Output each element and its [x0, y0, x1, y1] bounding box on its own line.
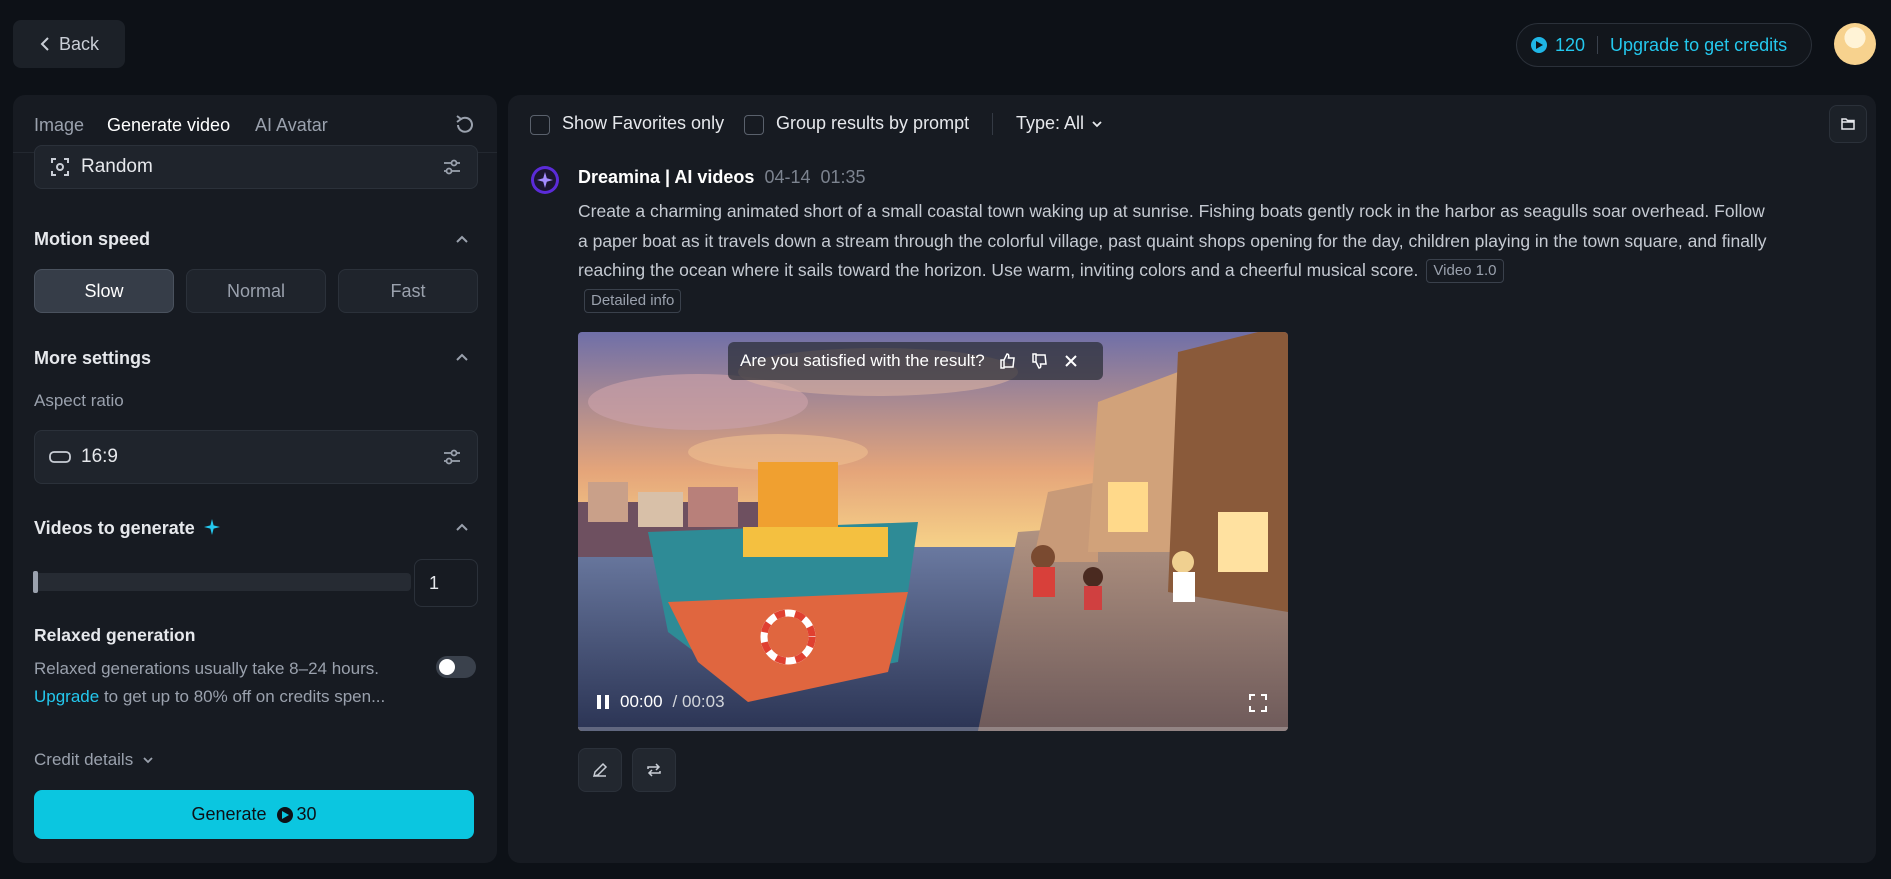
tab-generate-video[interactable]: Generate video: [107, 115, 230, 136]
video-total-time: / 00:03: [672, 692, 725, 711]
upgrade-credits-link[interactable]: Upgrade to get credits: [1610, 35, 1787, 56]
relaxed-generation-toggle[interactable]: [436, 656, 476, 678]
result-meta: Dreamina | AI videos 04-14 01:35: [578, 167, 866, 188]
result-prompt: Create a charming animated short of a sm…: [578, 197, 1778, 315]
chevron-down-icon: [143, 757, 153, 764]
videos-count-input[interactable]: 1: [414, 559, 478, 607]
speed-normal-button[interactable]: Normal: [186, 269, 326, 313]
camera-focus-icon: [51, 158, 69, 176]
relaxed-line-2: to get up to 80% off on credits spen...: [99, 687, 386, 706]
feedback-bar: Are you satisfied with the result?: [728, 342, 1103, 380]
thumbs-down-icon[interactable]: [1031, 352, 1049, 370]
favorites-label[interactable]: Show Favorites only: [562, 113, 724, 134]
relaxed-line-1: Relaxed generations usually take 8–24 ho…: [34, 659, 379, 678]
type-filter-label: Type: All: [1016, 113, 1085, 133]
videos-to-generate-label: Videos to generate: [34, 518, 195, 538]
credits-pill[interactable]: 120 Upgrade to get credits: [1516, 23, 1812, 67]
group-by-prompt-checkbox[interactable]: [744, 115, 764, 135]
credits-count: 120: [1555, 34, 1586, 55]
videos-count-slider[interactable]: [33, 573, 411, 591]
chevron-up-icon[interactable]: [453, 231, 471, 249]
pencil-icon: [592, 762, 608, 778]
folder-button[interactable]: [1829, 105, 1867, 143]
video-player[interactable]: Are you satisfied with the result? 00:00…: [578, 332, 1288, 731]
camera-control-value: Random: [81, 156, 153, 177]
upgrade-link[interactable]: Upgrade: [34, 687, 99, 706]
tab-image[interactable]: Image: [34, 115, 84, 136]
generate-button[interactable]: Generate 30: [34, 790, 474, 839]
more-settings-title: More settings: [34, 348, 152, 368]
chevron-down-icon: [1092, 120, 1102, 127]
adjust-icon[interactable]: [441, 156, 463, 178]
filter-divider: [992, 113, 993, 135]
video-controls: 00:00 / 00:03: [596, 692, 725, 712]
relaxed-generation-description: Relaxed generations usually take 8–24 ho…: [34, 655, 434, 711]
relaxed-generation-title: Relaxed generation: [34, 625, 196, 645]
result-author: Dreamina | AI videos: [578, 167, 755, 187]
speed-fast-button[interactable]: Fast: [338, 269, 478, 313]
user-avatar[interactable]: [1834, 23, 1876, 65]
speed-slow-button[interactable]: Slow: [34, 269, 174, 313]
fullscreen-icon[interactable]: [1248, 693, 1268, 713]
result-time: 01:35: [820, 167, 866, 187]
generate-label: Generate: [191, 804, 267, 824]
motion-speed-title: Motion speed: [34, 229, 150, 249]
chevron-left-icon: [40, 37, 49, 51]
camera-control-select[interactable]: Random: [34, 145, 478, 189]
prompt-text: Create a charming animated short of a sm…: [578, 201, 1767, 280]
video-progress-bar[interactable]: [578, 727, 1288, 731]
credit-details-label: Credit details: [34, 750, 134, 769]
thumbs-up-icon[interactable]: [999, 352, 1017, 370]
back-label: Back: [58, 33, 100, 54]
aspect-ratio-icon: [49, 451, 71, 463]
type-filter-dropdown[interactable]: Type: All: [1016, 113, 1104, 134]
generate-cost: 30: [276, 804, 317, 825]
aspect-ratio-select[interactable]: 16:9: [34, 430, 478, 484]
regenerate-button[interactable]: [632, 748, 676, 792]
result-date: 04-14: [764, 167, 811, 187]
top-bar: Back 120 Upgrade to get credits: [0, 0, 1891, 88]
dreamina-logo-icon: [531, 166, 559, 194]
slider-handle[interactable]: [33, 571, 38, 593]
chevron-up-icon[interactable]: [453, 349, 471, 367]
chevron-up-icon[interactable]: [453, 519, 471, 537]
sparkle-icon: [203, 519, 220, 535]
credit-details-toggle[interactable]: Credit details: [34, 750, 155, 770]
tab-ai-avatar[interactable]: AI Avatar: [255, 115, 328, 136]
video-current-time: 00:00: [620, 692, 663, 711]
reset-icon[interactable]: [453, 113, 477, 137]
aspect-ratio-value: 16:9: [81, 446, 118, 467]
aspect-ratio-label: Aspect ratio: [34, 391, 124, 410]
detailed-info-tag[interactable]: Detailed info: [584, 288, 682, 313]
group-by-prompt-label[interactable]: Group results by prompt: [776, 113, 969, 134]
feedback-question: Are you satisfied with the result?: [740, 351, 985, 370]
credit-coin-icon: [276, 806, 293, 823]
adjust-icon[interactable]: [441, 446, 463, 468]
back-button[interactable]: Back: [13, 20, 125, 68]
videos-to-generate-title: Videos to generate: [34, 518, 220, 539]
close-icon[interactable]: [1063, 353, 1079, 369]
folder-icon: [1841, 118, 1855, 130]
favorites-checkbox[interactable]: [530, 115, 550, 135]
repeat-icon: [647, 763, 661, 777]
credit-coin-icon: [1531, 37, 1547, 53]
settings-panel: Image Generate video AI Avatar Random Mo…: [13, 95, 497, 863]
edit-button[interactable]: [578, 748, 622, 792]
video-frame-image: [578, 332, 1288, 731]
pill-divider: [1597, 36, 1599, 54]
results-panel: Show Favorites only Group results by pro…: [508, 95, 1876, 863]
generate-cost-value: 30: [296, 804, 317, 824]
pause-icon[interactable]: [596, 694, 610, 710]
model-version-tag: Video 1.0: [1426, 259, 1504, 284]
